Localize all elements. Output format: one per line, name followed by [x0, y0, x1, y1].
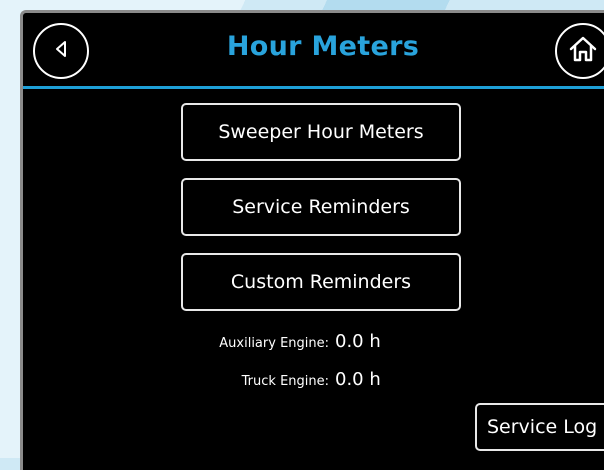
truck-engine-label: Truck Engine:	[241, 374, 329, 389]
truck-engine-reading: Truck Engine: 0.0 h	[173, 369, 381, 390]
truck-engine-value: 0.0 h	[335, 369, 381, 390]
sweeper-hour-meters-button[interactable]: Sweeper Hour Meters	[181, 103, 461, 161]
service-reminders-button[interactable]: Service Reminders	[181, 178, 461, 236]
custom-reminders-button[interactable]: Custom Reminders	[181, 253, 461, 311]
header-bar: Hour Meters	[23, 13, 604, 89]
home-button[interactable]	[555, 23, 604, 79]
auxiliary-engine-label: Auxiliary Engine:	[219, 336, 329, 351]
auxiliary-engine-value: 0.0 h	[335, 331, 381, 352]
service-log-button[interactable]: Service Log	[475, 403, 604, 451]
auxiliary-engine-reading: Auxiliary Engine: 0.0 h	[173, 331, 381, 352]
display-screen: Hour Meters Sweeper Hour Meters Service …	[20, 10, 604, 470]
home-icon	[568, 34, 598, 68]
page-title: Hour Meters	[226, 31, 420, 62]
